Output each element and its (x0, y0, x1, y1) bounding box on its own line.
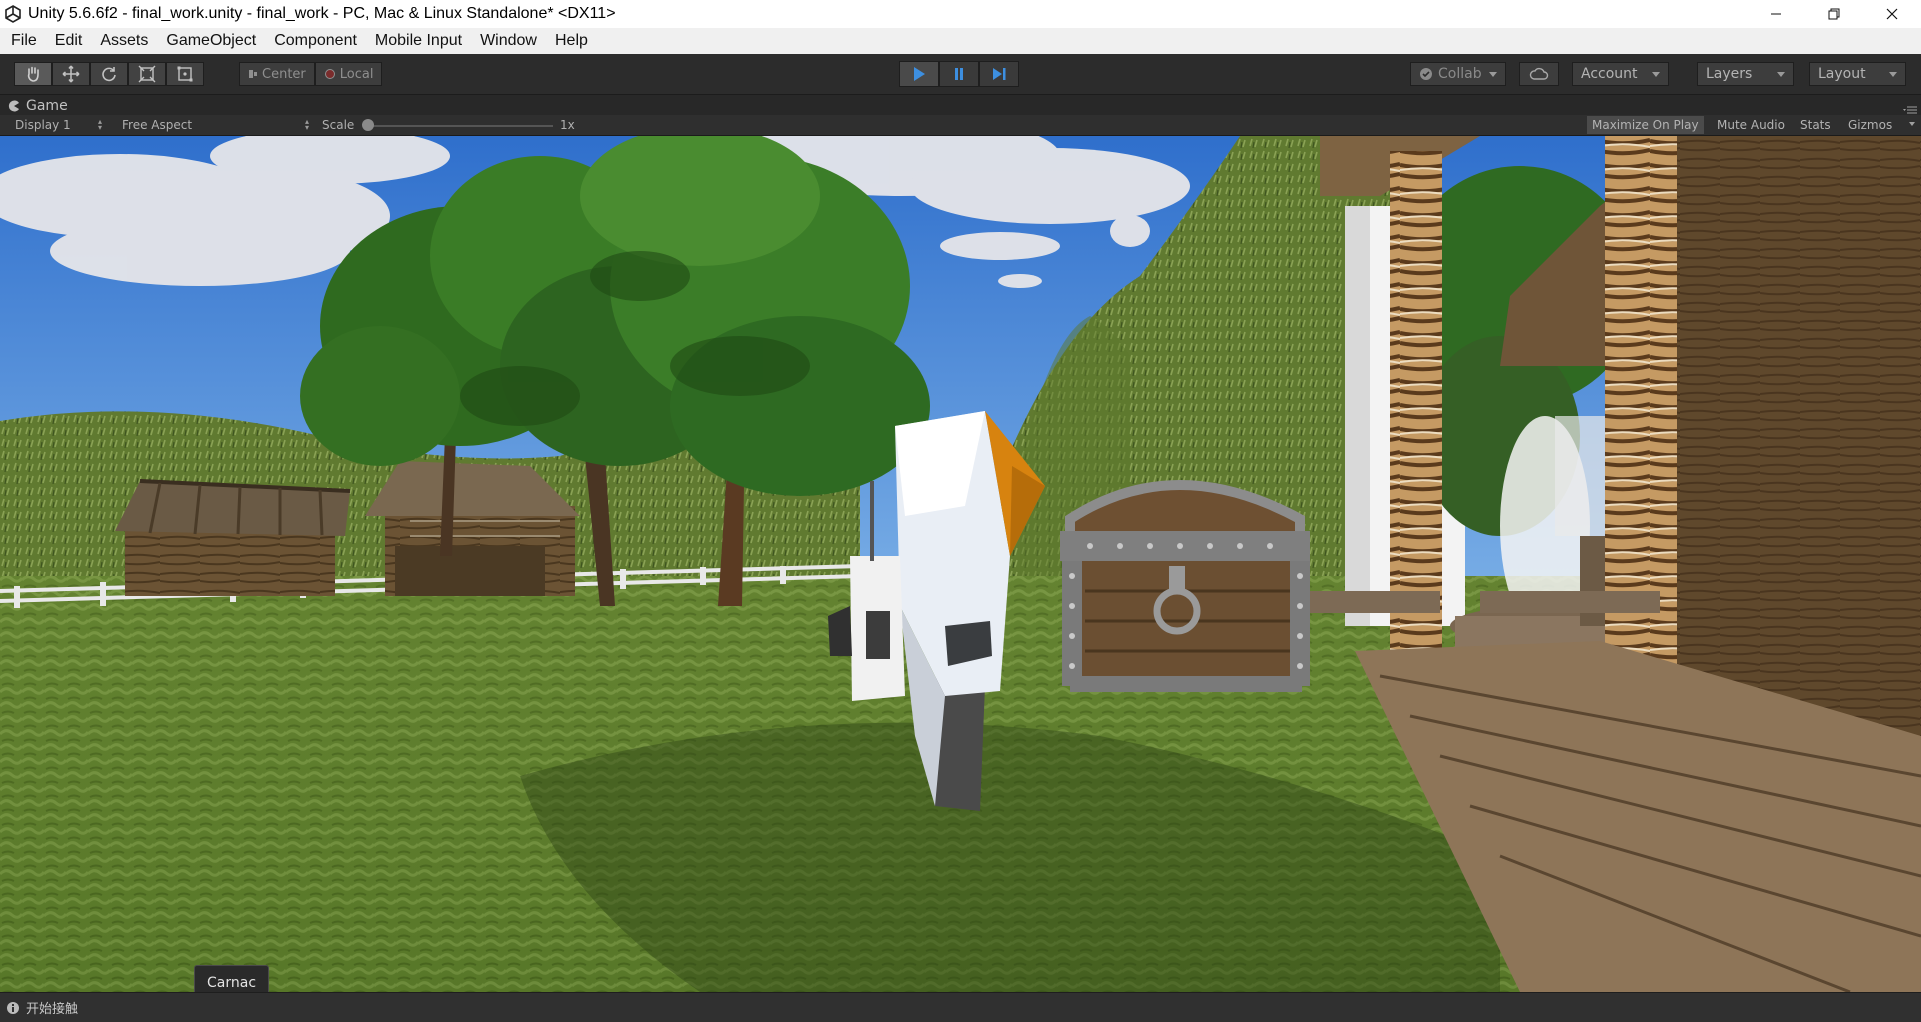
status-bar[interactable]: 开始接触 (0, 992, 1921, 1022)
aspect-select-arrows-icon: ▴ ▾ (305, 117, 310, 132)
step-button[interactable] (979, 61, 1019, 87)
play-icon (914, 67, 925, 81)
game-scene (0, 136, 1921, 992)
layout-dropdown[interactable]: Layout (1809, 62, 1906, 86)
menu-assets[interactable]: Assets (91, 28, 157, 54)
maximize-on-play-toggle[interactable]: Maximize On Play (1587, 116, 1704, 134)
scale-value: 1x (560, 118, 575, 132)
menu-bar: File Edit Assets GameObject Component Mo… (0, 28, 1921, 55)
scale-tool-button[interactable] (128, 62, 166, 86)
close-icon (1886, 8, 1898, 20)
menu-lines-icon (1903, 106, 1917, 114)
left-hut (115, 479, 351, 596)
minimize-icon (1771, 13, 1781, 15)
main-toolbar: Center Local Collab Account Layers Layou… (0, 54, 1921, 95)
treasure-chest (1060, 480, 1310, 692)
close-button[interactable] (1863, 0, 1921, 28)
pause-button[interactable] (939, 61, 979, 87)
status-message: 开始接触 (26, 1002, 79, 1017)
mute-audio-toggle[interactable]: Mute Audio (1712, 116, 1790, 134)
menu-mobile-input[interactable]: Mobile Input (366, 28, 471, 54)
menu-file[interactable]: File (0, 28, 46, 54)
step-icon (993, 68, 1006, 80)
menu-component[interactable]: Component (265, 28, 366, 54)
menu-help[interactable]: Help (546, 28, 597, 54)
local-space-icon (324, 69, 335, 79)
unity-logo-icon (2, 0, 24, 28)
game-tab-bar: Game (0, 95, 1921, 115)
stats-toggle[interactable]: Stats (1795, 116, 1836, 134)
window-title-bar: Unity 5.6.6f2 - final_work.unity - final… (0, 0, 1921, 28)
scale-label: Scale (322, 118, 355, 132)
info-icon (6, 1000, 22, 1016)
rotate-icon (102, 67, 116, 82)
game-viewport[interactable] (0, 136, 1921, 992)
account-dropdown[interactable]: Account (1572, 62, 1669, 86)
transform-tools (14, 62, 204, 86)
chevron-down-icon (1777, 72, 1785, 77)
hand-icon (27, 66, 39, 82)
chevron-down-icon (1889, 72, 1897, 77)
scale-icon (138, 65, 156, 83)
display-select-arrows-icon: ▴ ▾ (98, 117, 103, 132)
menu-window[interactable]: Window (471, 28, 546, 54)
play-controls (899, 61, 1019, 87)
checkmark-circle-icon (1420, 68, 1432, 80)
scale-slider-handle[interactable] (362, 119, 374, 131)
display-select[interactable]: Display 1 (15, 118, 71, 132)
rotate-tool-button[interactable] (90, 62, 128, 86)
pivot-local-button[interactable]: Local (314, 62, 383, 86)
rect-tool-button[interactable] (166, 62, 204, 86)
scale-slider-track[interactable] (365, 125, 553, 127)
aspect-select[interactable]: Free Aspect (122, 118, 192, 132)
tab-game[interactable]: Game (8, 96, 68, 115)
pivot-icon (249, 70, 257, 78)
pause-icon (955, 68, 963, 80)
cloud-icon (1529, 67, 1549, 80)
cloud-button[interactable] (1519, 62, 1559, 86)
pivot-center-button[interactable]: Center (239, 62, 315, 86)
gizmos-dropdown[interactable]: Gizmos (1843, 116, 1897, 134)
menu-gameobject[interactable]: GameObject (157, 28, 265, 54)
window-title: Unity 5.6.6f2 - final_work.unity - final… (28, 5, 616, 22)
restore-icon (1828, 8, 1840, 20)
chevron-down-icon (1652, 72, 1660, 77)
layers-dropdown[interactable]: Layers (1697, 62, 1794, 86)
move-tool-button[interactable] (52, 62, 90, 86)
move-icon (62, 65, 80, 83)
game-view-controls: Display 1 ▴ ▾ Free Aspect ▴ ▾ Scale 1x Max… (0, 115, 1921, 136)
play-button[interactable] (899, 61, 939, 87)
pacman-icon (8, 100, 19, 111)
collab-dropdown[interactable]: Collab (1410, 62, 1506, 86)
hand-tool-button[interactable] (14, 62, 52, 86)
chevron-down-icon (1909, 122, 1915, 126)
menu-edit[interactable]: Edit (46, 28, 92, 54)
rect-icon (177, 66, 193, 82)
minimize-button[interactable] (1747, 0, 1805, 28)
pivot-toggles: Center Local (239, 62, 383, 86)
restore-button[interactable] (1805, 0, 1863, 28)
chevron-down-icon (1489, 72, 1497, 77)
